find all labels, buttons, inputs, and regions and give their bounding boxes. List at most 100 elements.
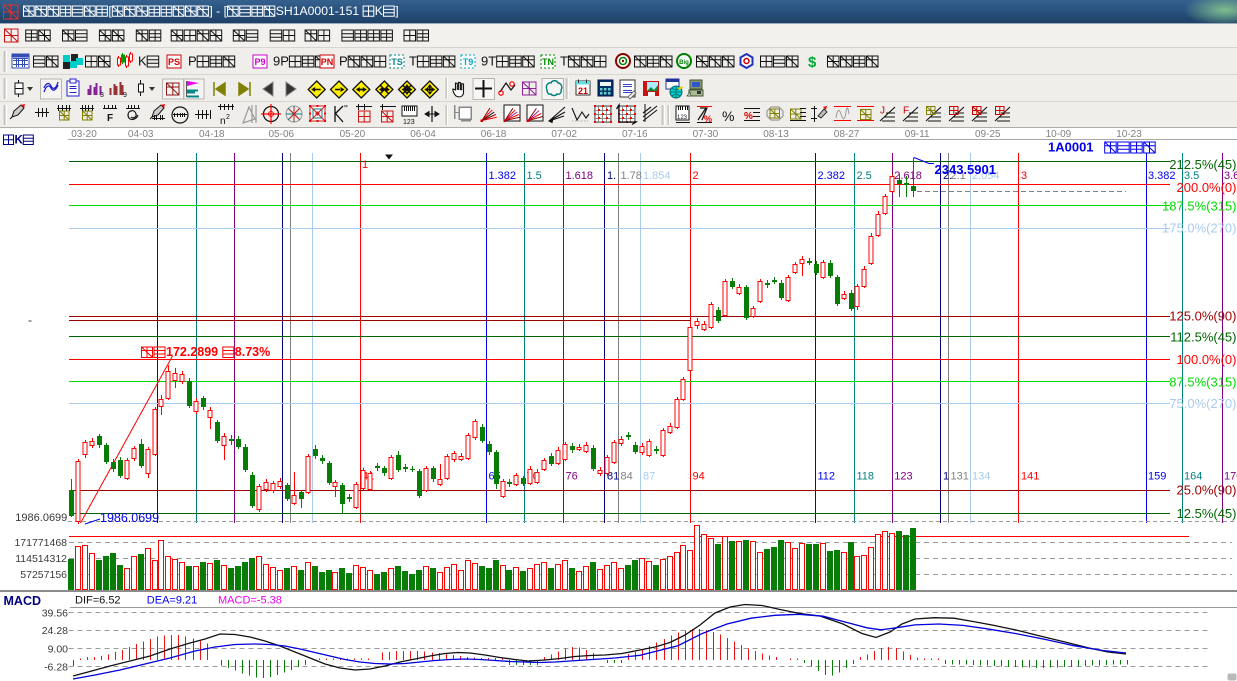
svg-text:1.854: 1.854: [643, 170, 671, 182]
svg-text:]: ]: [395, 4, 398, 18]
svg-text:9T: 9T: [481, 54, 496, 69]
svg-text:170: 170: [1224, 471, 1237, 483]
svg-text:1.78: 1.78: [621, 170, 642, 182]
svg-text:08-13: 08-13: [763, 129, 789, 140]
svg-text:131: 131: [951, 471, 969, 483]
svg-text:3.5: 3.5: [1184, 170, 1199, 182]
svg-text:21: 21: [578, 86, 588, 96]
svg-text:K: K: [138, 54, 147, 69]
svg-text:K: K: [15, 134, 24, 146]
svg-text:123: 123: [403, 119, 415, 126]
svg-text:T9: T9: [463, 57, 474, 67]
svg-text:P: P: [188, 54, 197, 69]
svg-text:12.5%(45): 12.5%(45): [1177, 506, 1237, 521]
svg-text:09-11: 09-11: [905, 129, 930, 140]
svg-text:08-27: 08-27: [834, 129, 860, 140]
svg-text:164: 164: [1184, 471, 1202, 483]
svg-text:84: 84: [621, 471, 633, 483]
svg-text:3: 3: [1021, 170, 1027, 182]
svg-text:06-18: 06-18: [481, 129, 507, 140]
svg-text:1986.0699: 1986.0699: [15, 512, 67, 524]
svg-text:07-02: 07-02: [551, 129, 577, 140]
svg-text:05-20: 05-20: [340, 129, 366, 140]
svg-text:114514312: 114514312: [15, 553, 67, 565]
svg-text:03-20: 03-20: [71, 129, 97, 140]
svg-text:87.5%(315): 87.5%(315): [1169, 374, 1236, 389]
svg-text:04-03: 04-03: [128, 129, 154, 140]
svg-text:1.618: 1.618: [566, 170, 594, 182]
svg-text:24.28: 24.28: [42, 625, 68, 637]
svg-text:75.0%(270): 75.0%(270): [1169, 396, 1236, 411]
svg-text:1: 1: [943, 471, 949, 483]
svg-text:134: 134: [972, 471, 990, 483]
svg-text:1A0001: 1A0001: [1048, 140, 1094, 155]
svg-text:175.0%(270): 175.0%(270): [1162, 221, 1236, 236]
svg-text:SH1A0001-151: SH1A0001-151: [276, 4, 360, 18]
svg-text:TS: TS: [391, 57, 403, 67]
svg-text:K: K: [375, 4, 383, 18]
svg-text:n: n: [220, 116, 226, 127]
svg-text:04-18: 04-18: [199, 129, 225, 140]
svg-text:123: 123: [677, 115, 688, 121]
svg-text:2343.5901: 2343.5901: [935, 162, 996, 177]
svg-text:Big: Big: [679, 60, 689, 66]
svg-text:P: P: [339, 54, 348, 69]
svg-text:2.5: 2.5: [857, 170, 872, 182]
svg-text:09-25: 09-25: [975, 129, 1001, 140]
svg-text:9: 9: [123, 92, 127, 99]
svg-text:3.6: 3.6: [1224, 170, 1237, 182]
svg-text:8.73%: 8.73%: [235, 345, 270, 359]
svg-text:1.5: 1.5: [527, 170, 542, 182]
svg-text:$: $: [808, 54, 817, 71]
svg-text:187.5%(315): 187.5%(315): [1162, 198, 1236, 213]
svg-text:F: F: [903, 106, 909, 117]
svg-text:MACD=-5.38: MACD=-5.38: [218, 595, 282, 607]
svg-text:9P: 9P: [273, 54, 289, 69]
svg-text:-6.28: -6.28: [44, 662, 68, 674]
svg-text:123: 123: [894, 471, 912, 483]
svg-text:10-23: 10-23: [1116, 129, 1142, 140]
svg-text:10-09: 10-09: [1046, 129, 1072, 140]
svg-text:171771468: 171771468: [14, 537, 67, 549]
svg-text:05-06: 05-06: [269, 129, 295, 140]
svg-text:141: 141: [1021, 471, 1039, 483]
svg-text:2.382: 2.382: [818, 170, 846, 182]
svg-text:DIF=6.52: DIF=6.52: [75, 595, 121, 607]
svg-text:172.2899: 172.2899: [166, 345, 218, 359]
svg-text:200.0%(0): 200.0%(0): [1177, 180, 1237, 195]
svg-text:1.: 1.: [607, 170, 616, 182]
svg-text:MACD: MACD: [4, 594, 42, 608]
svg-text:1986.0699: 1986.0699: [100, 511, 159, 525]
svg-text:PS: PS: [168, 57, 180, 67]
svg-text:%: %: [744, 111, 753, 122]
svg-text:06-04: 06-04: [410, 129, 436, 140]
svg-text:2: 2: [226, 114, 230, 121]
svg-text:112.5%(45): 112.5%(45): [1170, 330, 1236, 345]
svg-text:100.0%(0): 100.0%(0): [1177, 352, 1237, 367]
svg-text:J: J: [880, 106, 885, 117]
svg-text:P9: P9: [254, 57, 265, 67]
svg-text:159: 159: [1148, 471, 1166, 483]
svg-text:76: 76: [566, 471, 578, 483]
svg-text:94: 94: [693, 471, 705, 483]
svg-text:] - [: ] - [: [209, 4, 227, 18]
svg-text:F: F: [107, 113, 113, 124]
svg-text:25.0%(90): 25.0%(90): [1177, 483, 1237, 498]
svg-text:39.56: 39.56: [42, 608, 68, 620]
svg-text:2: 2: [693, 170, 699, 182]
svg-text:118: 118: [857, 471, 875, 483]
svg-text:%: %: [722, 108, 734, 124]
svg-text:07-16: 07-16: [622, 129, 648, 140]
svg-text:9.00: 9.00: [48, 644, 69, 656]
svg-text:TN: TN: [542, 57, 554, 67]
svg-text:DEA=9.21: DEA=9.21: [147, 595, 197, 607]
svg-text:-: -: [28, 313, 32, 327]
svg-text:'': '': [344, 104, 348, 115]
svg-text:3: 3: [100, 92, 104, 99]
svg-text:112: 112: [818, 471, 836, 483]
svg-text:1.382: 1.382: [489, 170, 517, 182]
svg-text:PN: PN: [321, 57, 334, 67]
svg-text:07-30: 07-30: [693, 129, 719, 140]
svg-text:1: 1: [362, 159, 368, 171]
svg-text:57257156: 57257156: [20, 569, 67, 581]
